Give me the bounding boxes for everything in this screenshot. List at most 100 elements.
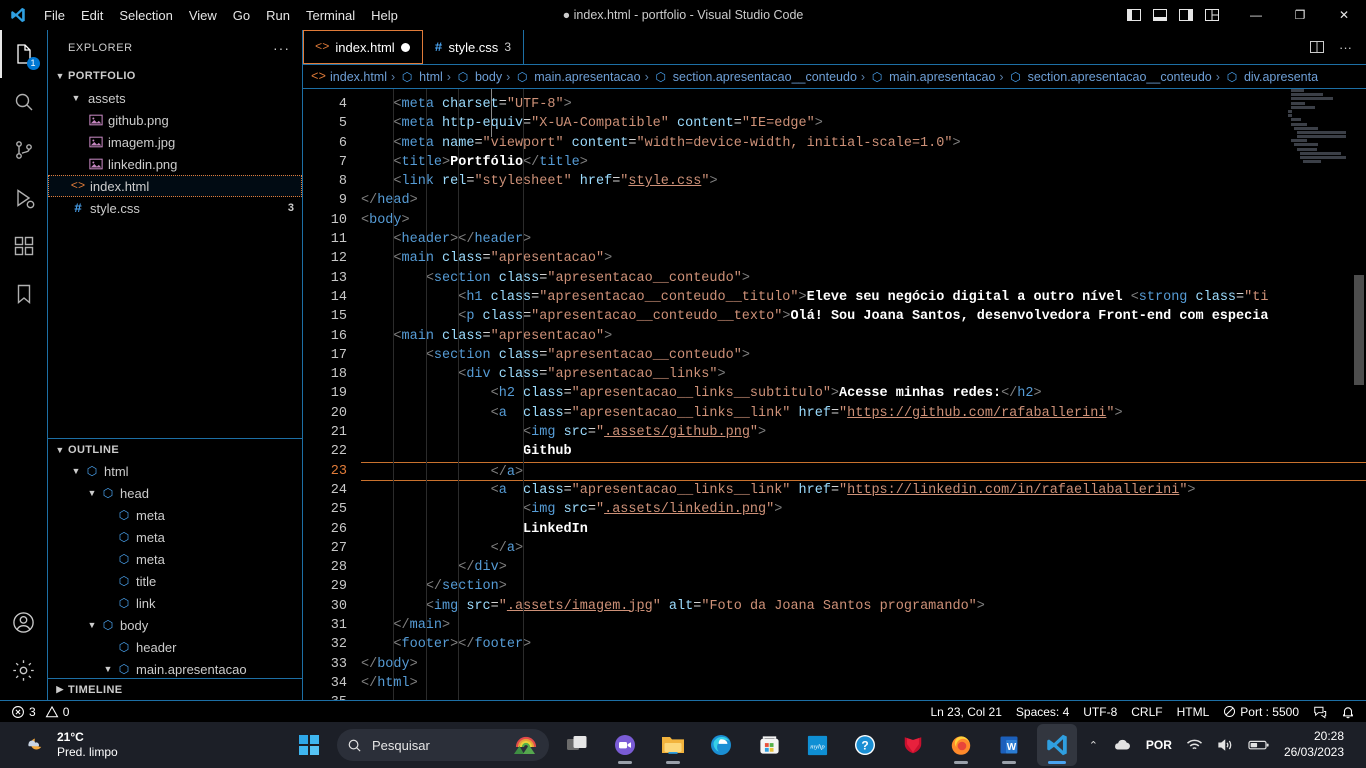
panel-right-icon[interactable] xyxy=(1178,7,1194,23)
activity-explorer[interactable]: 1 xyxy=(0,30,48,78)
breadcrumb-item-html[interactable]: ⬡ html xyxy=(399,70,443,84)
code-line[interactable]: <title>Portfólio</title> xyxy=(361,153,1366,172)
taskbar-chat[interactable] xyxy=(605,724,645,766)
activity-accounts[interactable] xyxy=(0,598,48,646)
breadcrumb[interactable]: <> index.html › ⬡ html › ⬡ body › ⬡ main… xyxy=(303,65,1366,89)
close-button[interactable]: ✕ xyxy=(1322,0,1366,30)
code-line[interactable]: <a class="apresentacao__links__link" hre… xyxy=(361,404,1366,423)
outline-item-html[interactable]: ▼ ⬡ html xyxy=(48,460,302,482)
menu-help[interactable]: Help xyxy=(363,4,406,27)
outline-header[interactable]: ▼ OUTLINE xyxy=(48,438,302,460)
tab-index-html[interactable]: <> index.html xyxy=(303,30,423,64)
activity-search[interactable] xyxy=(0,78,48,126)
timeline-header[interactable]: ▶ TIMELINE xyxy=(48,678,302,700)
code-line[interactable]: LinkedIn xyxy=(361,520,1366,539)
code-line[interactable]: <div class="apresentacao__links"> xyxy=(361,365,1366,384)
taskbar-word[interactable]: W xyxy=(989,724,1029,766)
menu-edit[interactable]: Edit xyxy=(73,4,111,27)
code-line[interactable]: <meta charset="UTF-8"> xyxy=(361,95,1366,114)
code-line[interactable]: <link rel="stylesheet" href="style.css"> xyxy=(361,172,1366,191)
taskbar-edge[interactable] xyxy=(701,724,741,766)
code-line[interactable] xyxy=(361,693,1366,700)
code-line[interactable]: <img src=".assets/linkedin.png"> xyxy=(361,500,1366,519)
outline-item-title[interactable]: ⬡ title xyxy=(48,570,302,592)
code-line[interactable]: <section class="apresentacao__conteudo"> xyxy=(361,346,1366,365)
code-line[interactable]: </a> xyxy=(361,539,1366,558)
breadcrumb-item-main-apresentacao[interactable]: ⬡ main.apresentacao xyxy=(514,70,641,84)
status-feedback[interactable] xyxy=(1306,701,1334,723)
code-line[interactable]: <body> xyxy=(361,211,1366,230)
activity-extensions[interactable] xyxy=(0,222,48,270)
code-line[interactable]: <meta http-equiv = "X-UA-Compatible" conte… xyxy=(361,114,1366,133)
panel-bottom-icon[interactable] xyxy=(1152,7,1168,23)
code-line[interactable]: </html> xyxy=(361,674,1366,693)
status-indentation[interactable]: Spaces: 4 xyxy=(1009,701,1076,723)
status-eol[interactable]: CRLF xyxy=(1124,701,1169,723)
tree-item-linkedin-png[interactable]: linkedin.png xyxy=(48,153,302,175)
tree-item-index-html[interactable]: <> index.html xyxy=(48,175,302,197)
split-editor-icon[interactable] xyxy=(1309,39,1325,55)
code-line[interactable]: </body> xyxy=(361,655,1366,674)
taskbar-task-view[interactable] xyxy=(557,724,597,766)
editor-actions[interactable]: ··· xyxy=(1295,30,1366,64)
status-encoding[interactable]: UTF-8 xyxy=(1076,701,1124,723)
taskbar-myhp[interactable]: myhp xyxy=(797,724,837,766)
breadcrumb-item-main-apresentacao-2[interactable]: ⬡ main.apresentacao xyxy=(869,70,996,84)
code-line[interactable]: <main class="apresentacao"> xyxy=(361,249,1366,268)
code-line[interactable]: <img src=".assets/imagem.jpg" alt="Foto … xyxy=(361,597,1366,616)
code-line[interactable]: </head> xyxy=(361,191,1366,210)
panel-left-icon[interactable] xyxy=(1126,7,1142,23)
maximize-button[interactable]: ❐ xyxy=(1278,0,1322,30)
activity-bookmarks[interactable] xyxy=(0,270,48,318)
activity-settings[interactable] xyxy=(0,646,48,694)
outline-item-meta[interactable]: ⬡ meta xyxy=(48,504,302,526)
window-controls[interactable]: — ❐ ✕ xyxy=(1126,0,1366,30)
tree-item-style-css[interactable]: # style.css 3 xyxy=(48,197,302,219)
layout-grid-icon[interactable] xyxy=(1204,7,1220,23)
menu-bar[interactable]: File Edit Selection View Go Run Terminal… xyxy=(36,4,406,27)
taskbar-mcafee[interactable] xyxy=(893,724,933,766)
status-problems[interactable]: 3 0 xyxy=(4,701,76,723)
code-content[interactable]: <meta charset="UTF-8"> <meta http-equiv=… xyxy=(361,89,1366,700)
taskbar-help[interactable]: ? xyxy=(845,724,885,766)
status-notifications[interactable] xyxy=(1334,701,1362,723)
outline-item-meta[interactable]: ⬡ meta xyxy=(48,548,302,570)
outline-item-head[interactable]: ▼ ⬡ head xyxy=(48,482,302,504)
code-line[interactable]: </main> xyxy=(361,616,1366,635)
menu-terminal[interactable]: Terminal xyxy=(298,4,363,27)
menu-run[interactable]: Run xyxy=(258,4,298,27)
activity-run-debug[interactable] xyxy=(0,174,48,222)
outline-item-body[interactable]: ▼ ⬡ body xyxy=(48,614,302,636)
code-line[interactable]: <p class="apresentacao__conteudo__texto"… xyxy=(361,307,1366,326)
outline-tree[interactable]: ▼ ⬡ html ▼ ⬡ head ⬡ meta ⬡ meta ⬡ meta ⬡… xyxy=(48,460,302,678)
file-tree[interactable]: ▼ PORTFOLIO ▼ assets github.png imagem.j… xyxy=(48,65,302,438)
status-cursor-position[interactable]: Ln 23, Col 21 xyxy=(924,701,1009,723)
code-line[interactable]: <img src=".assets/github.png"> xyxy=(361,423,1366,442)
outline-item-header[interactable]: ⬡ header xyxy=(48,636,302,658)
menu-selection[interactable]: Selection xyxy=(111,4,180,27)
outline-item-meta[interactable]: ⬡ meta xyxy=(48,526,302,548)
outline-item-main-apresentacao[interactable]: ▼ ⬡ main.apresentacao xyxy=(48,658,302,678)
code-line[interactable]: <footer></footer> xyxy=(361,635,1366,654)
taskbar-search[interactable]: Pesquisar xyxy=(337,729,549,761)
breadcrumb-item-section-conteudo[interactable]: ⬡ section.apresentacao__conteudo xyxy=(653,70,857,84)
code-line[interactable]: </section> xyxy=(361,577,1366,596)
tree-root-portfolio[interactable]: ▼ PORTFOLIO xyxy=(48,65,302,87)
menu-go[interactable]: Go xyxy=(225,4,258,27)
breadcrumb-item-body[interactable]: ⬡ body xyxy=(455,70,502,84)
code-line[interactable]: <a class="apresentacao__links__link" hre… xyxy=(361,481,1366,500)
taskbar-microsoft-store[interactable] xyxy=(749,724,789,766)
editor-more-actions-icon[interactable]: ··· xyxy=(1339,40,1352,55)
tab-style-css[interactable]: # style.css 3 xyxy=(423,30,524,64)
taskbar-file-explorer[interactable] xyxy=(653,724,693,766)
start-button[interactable] xyxy=(289,724,329,766)
code-line[interactable]: <h2 class="apresentacao__links__subtitul… xyxy=(361,384,1366,403)
tree-item-github-png[interactable]: github.png xyxy=(48,109,302,131)
breadcrumb-item-div-apresentacao[interactable]: ⬡ div.apresenta xyxy=(1224,70,1318,84)
menu-view[interactable]: View xyxy=(181,4,225,27)
tree-item-assets[interactable]: ▼ assets xyxy=(48,87,302,109)
code-line[interactable]: </a> xyxy=(361,461,1366,481)
activity-source-control[interactable] xyxy=(0,126,48,174)
code-line[interactable]: Github xyxy=(361,442,1366,461)
minimize-button[interactable]: — xyxy=(1234,0,1278,30)
